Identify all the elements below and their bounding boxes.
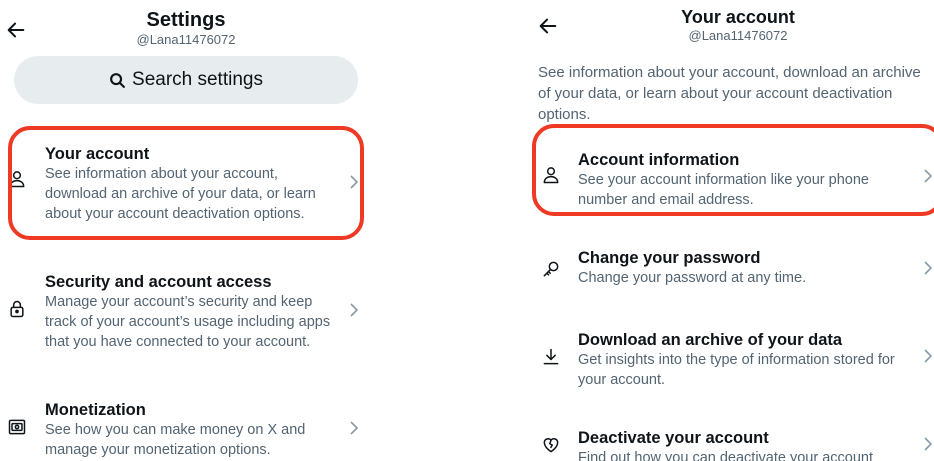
search-icon bbox=[110, 72, 125, 88]
settings-screen: Settings @Lana11476072 Search settings Y… bbox=[0, 0, 372, 461]
chevron-right-icon bbox=[922, 436, 934, 452]
account-item-title: Download an archive of your data bbox=[578, 331, 843, 349]
settings-item-description: Manage your account’s security and keep … bbox=[45, 294, 331, 350]
settings-item-description: See information about your account, down… bbox=[45, 166, 316, 222]
account-item-description: Find out how you can deactivate your acc… bbox=[578, 450, 874, 461]
settings-item-your-account[interactable]: Your account See information about your … bbox=[0, 142, 372, 222]
chevron-right-icon bbox=[348, 302, 360, 318]
page-header: Your account @Lana11476072 bbox=[542, 7, 934, 45]
account-item-description: See your account information like your p… bbox=[578, 172, 869, 208]
settings-item-title: Your account bbox=[45, 145, 150, 163]
account-item-change-password[interactable]: Change your password Change your passwor… bbox=[528, 248, 934, 294]
account-item-account-information[interactable]: Account information See your account inf… bbox=[528, 150, 934, 210]
account-item-title: Deactivate your account bbox=[578, 429, 769, 447]
page-title: Settings bbox=[146, 9, 226, 31]
key-icon bbox=[540, 258, 562, 280]
chevron-right-icon bbox=[348, 420, 360, 436]
account-handle: @Lana11476072 bbox=[136, 32, 236, 47]
monetization-icon bbox=[6, 416, 28, 438]
settings-item-monetization[interactable]: Monetization See how you can make money … bbox=[0, 398, 372, 461]
account-item-title: Change your password bbox=[578, 249, 761, 267]
your-account-screen: Your account @Lana11476072 See informati… bbox=[528, 0, 934, 461]
broken-heart-icon bbox=[540, 434, 562, 456]
page-header: Settings @Lana11476072 bbox=[0, 9, 372, 49]
download-icon bbox=[540, 346, 562, 368]
account-item-description: Get insights into the type of informatio… bbox=[578, 352, 895, 388]
chevron-right-icon bbox=[922, 260, 934, 276]
lock-icon bbox=[6, 298, 28, 320]
chevron-right-icon bbox=[922, 168, 934, 184]
settings-item-description: See how you can make money on X and mana… bbox=[45, 422, 306, 458]
search-placeholder: Search settings bbox=[132, 69, 263, 90]
account-item-download-archive[interactable]: Download an archive of your data Get ins… bbox=[528, 330, 934, 390]
account-item-deactivate[interactable]: Deactivate your account Find out how you… bbox=[528, 428, 934, 461]
person-icon bbox=[6, 168, 28, 190]
page-title: Your account bbox=[681, 7, 795, 27]
search-settings-input[interactable]: Search settings bbox=[14, 56, 358, 104]
person-icon bbox=[540, 164, 562, 186]
settings-item-security[interactable]: Security and account access Manage your … bbox=[0, 270, 372, 350]
account-item-title: Account information bbox=[578, 151, 740, 169]
account-handle: @Lana11476072 bbox=[688, 28, 788, 43]
settings-item-title: Monetization bbox=[45, 401, 146, 419]
settings-item-title: Security and account access bbox=[45, 273, 272, 291]
intro-text: See information about your account, down… bbox=[538, 64, 921, 123]
chevron-right-icon bbox=[348, 174, 360, 190]
account-item-description: Change your password at any time. bbox=[578, 270, 807, 286]
chevron-right-icon bbox=[922, 348, 934, 364]
